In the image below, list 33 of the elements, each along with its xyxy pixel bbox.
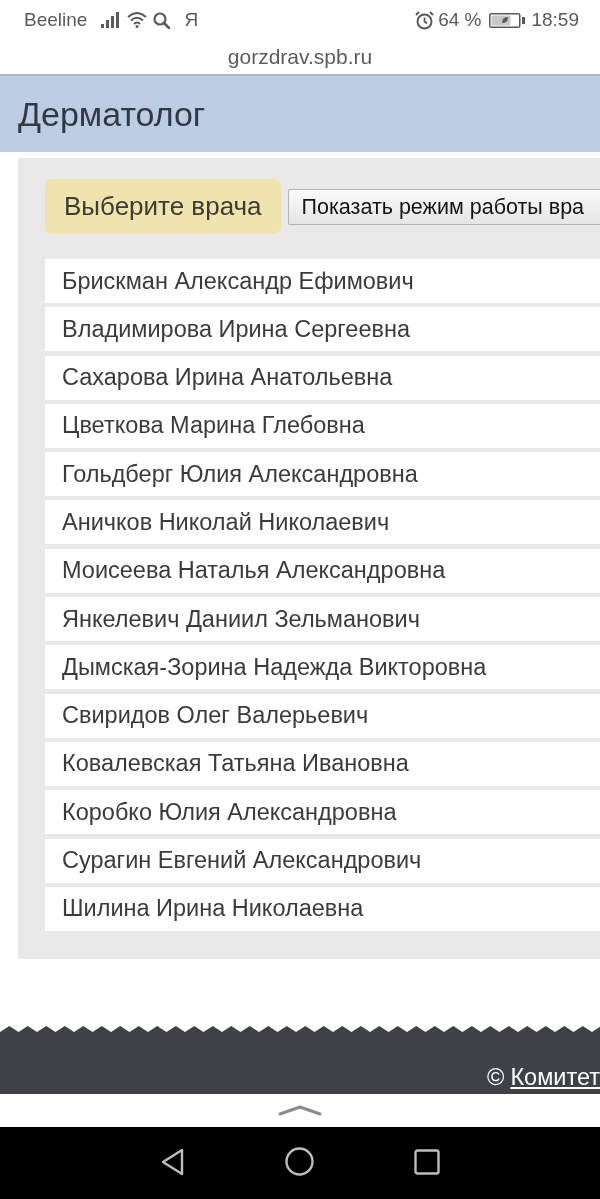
doctor-list-item[interactable]: Гольдберг Юлия Александровна [45,452,600,497]
choose-doctor-button[interactable]: Выберите врача [45,179,281,234]
app-letter: Я [184,9,199,31]
doctor-list-item[interactable]: Цветкова Марина Глебовна [45,403,600,448]
chevron-up-icon[interactable] [278,1104,322,1117]
doctor-list-item[interactable]: Янкелевич Даниил Зельманович [45,597,600,642]
doctor-list-item[interactable]: Свиридов Олег Валерьевич [45,693,600,738]
doctor-list-item[interactable]: Владимирова Ирина Сергеевна [45,307,600,352]
carrier-name: Beeline [24,9,88,31]
address-url[interactable]: gorzdrav.spb.ru [227,45,373,69]
doctor-list-item[interactable]: Сурагин Евгений Александрович [45,838,600,883]
wifi-icon [127,12,148,28]
footer-link[interactable]: Комитет [510,1062,600,1091]
doctor-list-item[interactable]: Коробко Юлия Александровна [45,790,600,835]
doctor-list-item[interactable]: Сахарова Ирина Анатольевна [45,355,600,400]
search-icon [153,11,171,29]
clock-time: 18:59 [531,9,579,31]
page-title: Дерматолог [18,94,206,134]
home-icon[interactable] [284,1147,314,1177]
show-schedule-button[interactable]: Показать режим работы вра [287,189,600,225]
recent-apps-icon[interactable] [413,1148,440,1175]
back-icon[interactable] [160,1147,185,1176]
alarm-clock-icon [415,10,435,30]
doctor-list-item[interactable]: Дымская-Зорина Надежда Викторовна [45,645,600,690]
doctor-list-item[interactable]: Брискман Александр Ефимович [45,259,600,303]
doctor-list-item[interactable]: Аничков Николай Николаевич [45,500,600,545]
copyright-sign: © [487,1062,505,1091]
doctor-list-item[interactable]: Шилина Ирина Николаевна [45,886,600,931]
doctor-list-item[interactable]: Ковалевская Татьяна Ивановна [45,741,600,786]
battery-percent: 64 % [438,9,482,31]
battery-icon [489,12,526,28]
signal-bars-icon [101,12,122,28]
doctor-list-item[interactable]: Моисеева Наталья Александровна [45,548,600,593]
